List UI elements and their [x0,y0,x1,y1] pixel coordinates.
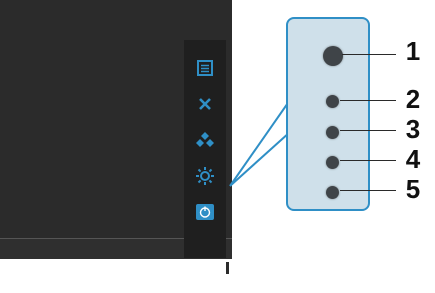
callout-label-1: 1 [405,36,421,66]
leader-line-5 [340,190,396,191]
button-3 [326,126,339,139]
leader-line-3 [340,130,396,131]
leader-line-4 [340,160,396,161]
button-5 [326,186,339,199]
button-4 [326,156,339,169]
joystick-button [323,46,343,66]
button-rail-panel [286,17,370,211]
callout-label-4: 4 [405,144,421,174]
leader-line-1 [342,54,396,55]
button-2 [326,95,339,108]
callout-label-3: 3 [405,114,421,144]
leader-line-2 [340,100,396,101]
connector-line-bottom [229,131,291,187]
callout-label-5: 5 [405,174,421,204]
connector-line-top [229,99,291,187]
callout-label-2: 2 [405,84,421,114]
